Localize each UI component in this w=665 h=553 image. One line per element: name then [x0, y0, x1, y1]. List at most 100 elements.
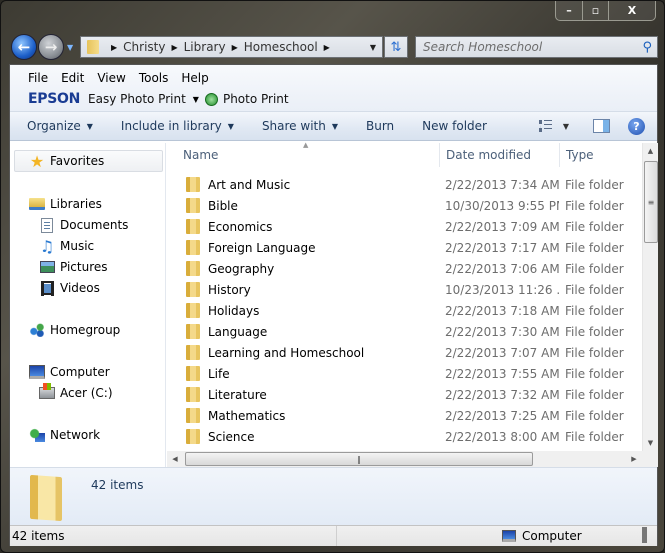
vertical-scrollbar[interactable]: ▲ ≡ ▼: [642, 143, 658, 451]
column-header-name[interactable]: ▲ Name: [167, 141, 439, 167]
scroll-left-icon[interactable]: ◀: [167, 455, 183, 463]
recent-pages-dropdown[interactable]: ▼: [67, 43, 73, 52]
sidebar-item-homegroup[interactable]: Homegroup: [29, 322, 120, 338]
folder-icon: [186, 198, 200, 213]
change-view-icon[interactable]: [538, 120, 553, 132]
file-type-cell: File folder: [565, 261, 624, 276]
share-with-button[interactable]: Share with ▼: [262, 119, 338, 133]
star-icon: ★: [29, 151, 45, 171]
file-type-cell: File folder: [565, 366, 624, 381]
file-type-cell: File folder: [565, 282, 624, 297]
table-row[interactable]: Holidays 2/22/2013 7:18 AM File folder: [167, 300, 642, 321]
burn-button[interactable]: Burn: [366, 119, 394, 133]
sidebar-item-drive-c[interactable]: Acer (C:): [39, 383, 113, 401]
horizontal-scrollbar[interactable]: ◀ ‖ ▶: [167, 451, 642, 467]
folder-icon: [186, 240, 200, 255]
table-row[interactable]: Geography 2/22/2013 7:06 AM File folder: [167, 258, 642, 279]
table-row[interactable]: Art and Music 2/22/2013 7:34 AM File folde…: [167, 174, 642, 195]
table-row[interactable]: Learning and Homeschool 2/22/2013 7:07 AM…: [167, 342, 642, 363]
column-header-type[interactable]: Type: [559, 143, 642, 167]
sidebar-item-favorites[interactable]: ★ Favorites: [14, 150, 163, 172]
sidebar-item-computer[interactable]: Computer: [29, 364, 110, 380]
breadcrumb-library[interactable]: Library: [184, 40, 226, 54]
file-type-cell: File folder: [565, 408, 624, 423]
horizontal-scroll-thumb[interactable]: ‖: [185, 452, 533, 466]
preview-pane-icon[interactable]: [593, 119, 610, 133]
file-name-cell: Art and Music: [167, 177, 439, 192]
search-input[interactable]: Search Homeschool ⚲: [415, 36, 658, 58]
search-icon[interactable]: ⚲: [642, 40, 652, 55]
folder-icon: [186, 261, 200, 276]
menu-tools[interactable]: Tools: [139, 71, 169, 85]
scroll-up-icon[interactable]: ▲: [643, 143, 658, 159]
address-bar[interactable]: ▶ Christy ▶ Library ▶ Homeschool ▶ ▼: [80, 36, 383, 58]
maximize-button[interactable]: ▫: [583, 1, 609, 20]
file-date-cell: 2/22/2013 7:25 AM: [445, 408, 559, 423]
chevron-right-icon[interactable]: ▶: [324, 43, 330, 52]
sidebar-item-pictures[interactable]: Pictures: [39, 259, 108, 275]
chevron-right-icon[interactable]: ▶: [232, 43, 238, 52]
new-folder-button[interactable]: New folder: [422, 119, 487, 133]
table-row[interactable]: Literature 2/22/2013 7:32 AM File folder: [167, 384, 642, 405]
file-name-cell: Learning and Homeschool: [167, 345, 439, 360]
menu-view[interactable]: View: [97, 71, 125, 85]
chevron-down-icon: ▼: [227, 121, 234, 131]
help-icon[interactable]: ?: [628, 117, 645, 135]
table-row[interactable]: Foreign Language 2/22/2013 7:17 AM File fo…: [167, 237, 642, 258]
chevron-down-icon: ▼: [331, 121, 338, 131]
vertical-scroll-thumb[interactable]: ≡: [644, 161, 658, 243]
table-row[interactable]: Bible 10/30/2013 9:55 PM File folder: [167, 195, 642, 216]
table-row[interactable]: Science 2/22/2013 8:00 AM File folder: [167, 426, 642, 447]
status-location: Computer: [496, 529, 582, 543]
easy-photo-print-button[interactable]: Easy Photo Print: [88, 92, 186, 106]
minimize-button[interactable]: –: [556, 1, 583, 20]
table-row[interactable]: History 10/23/2013 11:26 ... File folder: [167, 279, 642, 300]
column-headers: ▲ Name Date modified Type: [167, 141, 642, 167]
scroll-right-icon[interactable]: ▶: [626, 455, 642, 463]
command-bar: Organize ▼ Include in library ▼ Share with…: [10, 112, 657, 141]
sidebar-item-network[interactable]: Network: [29, 427, 100, 443]
sidebar-item-music[interactable]: ♫ Music: [39, 237, 94, 256]
drive-icon: [39, 383, 55, 399]
forward-button[interactable]: →: [38, 34, 64, 60]
chevron-right-icon[interactable]: ▶: [111, 43, 117, 52]
scroll-down-icon[interactable]: ▼: [643, 435, 658, 451]
sidebar-item-videos[interactable]: Videos: [39, 280, 100, 296]
folder-icon: [87, 40, 99, 54]
resize-grip[interactable]: [642, 527, 647, 543]
file-date-cell: 2/22/2013 7:30 AM: [445, 324, 559, 339]
photo-print-button[interactable]: Photo Print: [223, 92, 289, 106]
file-type-cell: File folder: [565, 198, 624, 213]
close-button[interactable]: X: [609, 1, 655, 20]
folder-icon: [186, 387, 200, 402]
menu-help[interactable]: Help: [181, 71, 208, 85]
refresh-button[interactable]: ⇅: [384, 36, 408, 58]
sidebar-item-documents[interactable]: Documents: [39, 217, 128, 233]
homegroup-icon: [29, 323, 45, 337]
folder-icon: [186, 282, 200, 297]
libraries-icon: [29, 198, 45, 210]
table-row[interactable]: Life 2/22/2013 7:55 AM File folder: [167, 363, 642, 384]
file-date-cell: 2/22/2013 7:07 AM: [445, 345, 559, 360]
table-row[interactable]: Language 2/22/2013 7:30 AM File folder: [167, 321, 642, 342]
sidebar-item-libraries[interactable]: Libraries: [29, 196, 102, 212]
address-dropdown-icon[interactable]: ▼: [370, 43, 376, 52]
menu-edit[interactable]: Edit: [61, 71, 84, 85]
file-type-cell: File folder: [565, 324, 624, 339]
column-header-date-modified[interactable]: Date modified: [439, 143, 559, 167]
file-name-cell: History: [167, 282, 439, 297]
menu-file[interactable]: File: [28, 71, 48, 85]
back-arrow-icon: ←: [17, 38, 31, 56]
easy-photo-print-dropdown-icon[interactable]: ▼: [193, 95, 199, 104]
file-date-cell: 2/22/2013 7:06 AM: [445, 261, 559, 276]
file-name-cell: Mathematics: [167, 408, 439, 423]
views-dropdown-icon[interactable]: ▼: [563, 122, 569, 131]
table-row[interactable]: Economics 2/22/2013 7:09 AM File folder: [167, 216, 642, 237]
breadcrumb-homeschool[interactable]: Homeschool: [244, 40, 318, 54]
table-row[interactable]: Mathematics 2/22/2013 7:25 AM File folder: [167, 405, 642, 426]
organize-button[interactable]: Organize ▼: [27, 119, 93, 133]
breadcrumb-christy[interactable]: Christy: [123, 40, 165, 54]
back-button[interactable]: ←: [11, 34, 37, 60]
chevron-right-icon[interactable]: ▶: [171, 43, 177, 52]
include-in-library-button[interactable]: Include in library ▼: [121, 119, 234, 133]
